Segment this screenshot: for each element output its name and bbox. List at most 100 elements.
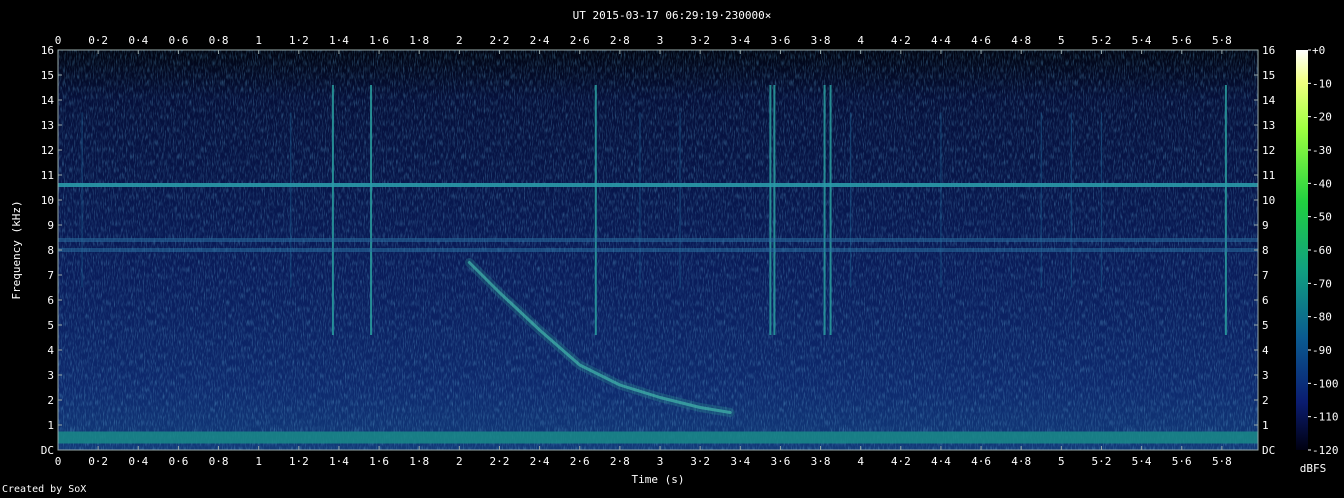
x-tick-label: 1·4 — [329, 455, 349, 468]
colorbar-tick-label: -90 — [1312, 344, 1332, 357]
y-tick-label: 2 — [47, 394, 54, 407]
y-tick-label: 8 — [47, 244, 54, 257]
x-tick-label: 3·4 — [730, 455, 750, 468]
y-tick-label: 6 — [1262, 294, 1269, 307]
y-tick-label: 3 — [47, 369, 54, 382]
x-tick-label: 5 — [1058, 455, 1065, 468]
colorbar-tick-label: -10 — [1312, 77, 1332, 90]
x-tick-label: 4·2 — [891, 455, 911, 468]
x-tick-label: 3·4 — [730, 34, 750, 47]
x-tick-label: 4·8 — [1011, 455, 1031, 468]
tone-band — [58, 183, 1258, 187]
y-tick-label: 7 — [47, 269, 54, 282]
y-tick-label: 4 — [1262, 344, 1269, 357]
y-tick-label: 13 — [41, 119, 54, 132]
y-tick-label: 1 — [47, 419, 54, 432]
colorbar-tick-label: -60 — [1312, 244, 1332, 257]
x-tick-label: 5 — [1058, 34, 1065, 47]
x-tick-label: 3·8 — [811, 455, 831, 468]
tone-band — [58, 248, 1258, 252]
y-tick-label: 6 — [47, 294, 54, 307]
x-tick-label: 0·6 — [168, 455, 188, 468]
y-tick-label: 10 — [41, 194, 54, 207]
tone-band — [58, 431, 1258, 444]
y-tick-label: 7 — [1262, 269, 1269, 282]
x-tick-label: 2·8 — [610, 34, 630, 47]
x-tick-label: 4 — [857, 34, 864, 47]
x-tick-label: 2·4 — [530, 34, 550, 47]
y-tick-label: DC — [41, 444, 54, 457]
colorbar-tick-label: -40 — [1312, 177, 1332, 190]
x-tick-label: 4·6 — [971, 34, 991, 47]
x-tick-label: 1·2 — [289, 34, 309, 47]
colorbar-tick-label: -110 — [1312, 411, 1339, 424]
y-tick-label: 3 — [1262, 369, 1269, 382]
y-tick-label: 16 — [1262, 44, 1275, 57]
y-tick-label: 15 — [41, 69, 54, 82]
y-tick-label: 14 — [41, 94, 55, 107]
x-tick-label: 1 — [255, 455, 262, 468]
x-tick-label: 3·2 — [690, 455, 710, 468]
y-tick-label: 1 — [1262, 419, 1269, 432]
x-tick-label: 4·2 — [891, 34, 911, 47]
x-tick-label: 3 — [657, 34, 664, 47]
x-axis-label: Time (s) — [632, 473, 685, 486]
x-tick-label: 5·6 — [1172, 455, 1192, 468]
y-tick-label: 12 — [1262, 144, 1275, 157]
y-tick-label: 8 — [1262, 244, 1269, 257]
colorbar-label: dBFS — [1300, 462, 1327, 475]
x-tick-label: 0·8 — [209, 455, 229, 468]
x-tick-label: 2·6 — [570, 455, 590, 468]
x-tick-label: 0·4 — [128, 34, 148, 47]
x-tick-label: 4 — [857, 455, 864, 468]
x-tick-label: 2·2 — [490, 455, 510, 468]
x-tick-label: 2 — [456, 34, 463, 47]
y-tick-label: 13 — [1262, 119, 1275, 132]
tone-band — [58, 238, 1258, 242]
y-tick-label: 5 — [47, 319, 54, 332]
x-tick-label: 5·2 — [1092, 34, 1112, 47]
x-tick-label: 1·6 — [369, 455, 389, 468]
x-tick-label: 5·2 — [1092, 455, 1112, 468]
x-tick-label: 5·4 — [1132, 455, 1152, 468]
x-tick-label: 1·2 — [289, 455, 309, 468]
colorbar-tick-label: +0 — [1312, 44, 1325, 57]
colorbar-tick-label: -100 — [1312, 377, 1339, 390]
y-tick-label: 15 — [1262, 69, 1275, 82]
y-tick-label: 16 — [41, 44, 54, 57]
x-tick-label: 2·4 — [530, 455, 550, 468]
credit-text: Created by SoX — [2, 484, 87, 495]
colorbar-tick-label: -20 — [1312, 111, 1332, 124]
x-tick-label: 1·4 — [329, 34, 349, 47]
x-tick-label: 3·2 — [690, 34, 710, 47]
x-tick-label: 4·6 — [971, 455, 991, 468]
y-tick-label: 11 — [1262, 169, 1275, 182]
colorbar-tick-label: -30 — [1312, 144, 1332, 157]
y-tick-label: 9 — [47, 219, 54, 232]
x-tick-label: 0·8 — [209, 34, 229, 47]
x-tick-label: 0 — [55, 34, 62, 47]
spectrogram-chart: UT 2015-03-17 06:29:19·230000× 0 0·2 0·4 0·… — [10, 9, 1339, 486]
x-tick-label: 5·8 — [1212, 34, 1232, 47]
y-tick-label: 5 — [1262, 319, 1269, 332]
colorbar-tick-label: -70 — [1312, 277, 1332, 290]
colorbar — [1296, 50, 1308, 450]
y-tick-label: 2 — [1262, 394, 1269, 407]
y-tick-label: 12 — [41, 144, 54, 157]
y-axis-label: Frequency (kHz) — [10, 200, 23, 299]
x-tick-label: 2 — [456, 455, 463, 468]
x-tick-label: 3 — [657, 455, 664, 468]
x-tick-label: 0 — [55, 455, 62, 468]
colorbar-tick-label: -80 — [1312, 311, 1332, 324]
x-tick-label: 3·6 — [770, 34, 790, 47]
x-tick-label: 4·4 — [931, 34, 951, 47]
x-tick-label: 3·8 — [811, 34, 831, 47]
chart-title: UT 2015-03-17 06:29:19·230000× — [573, 9, 772, 22]
colorbar-ticks: +0 -10 -20 -30 -40 -50 -60 -70 -80 -90 -100 -110 -12… — [1308, 44, 1339, 457]
y-tick-label: 11 — [41, 169, 54, 182]
x-tick-label: 1·6 — [369, 34, 389, 47]
x-tick-label: 2·2 — [490, 34, 510, 47]
y-tick-label: 10 — [1262, 194, 1275, 207]
x-tick-label: 5·8 — [1212, 455, 1232, 468]
x-tick-label: 0·4 — [128, 455, 148, 468]
